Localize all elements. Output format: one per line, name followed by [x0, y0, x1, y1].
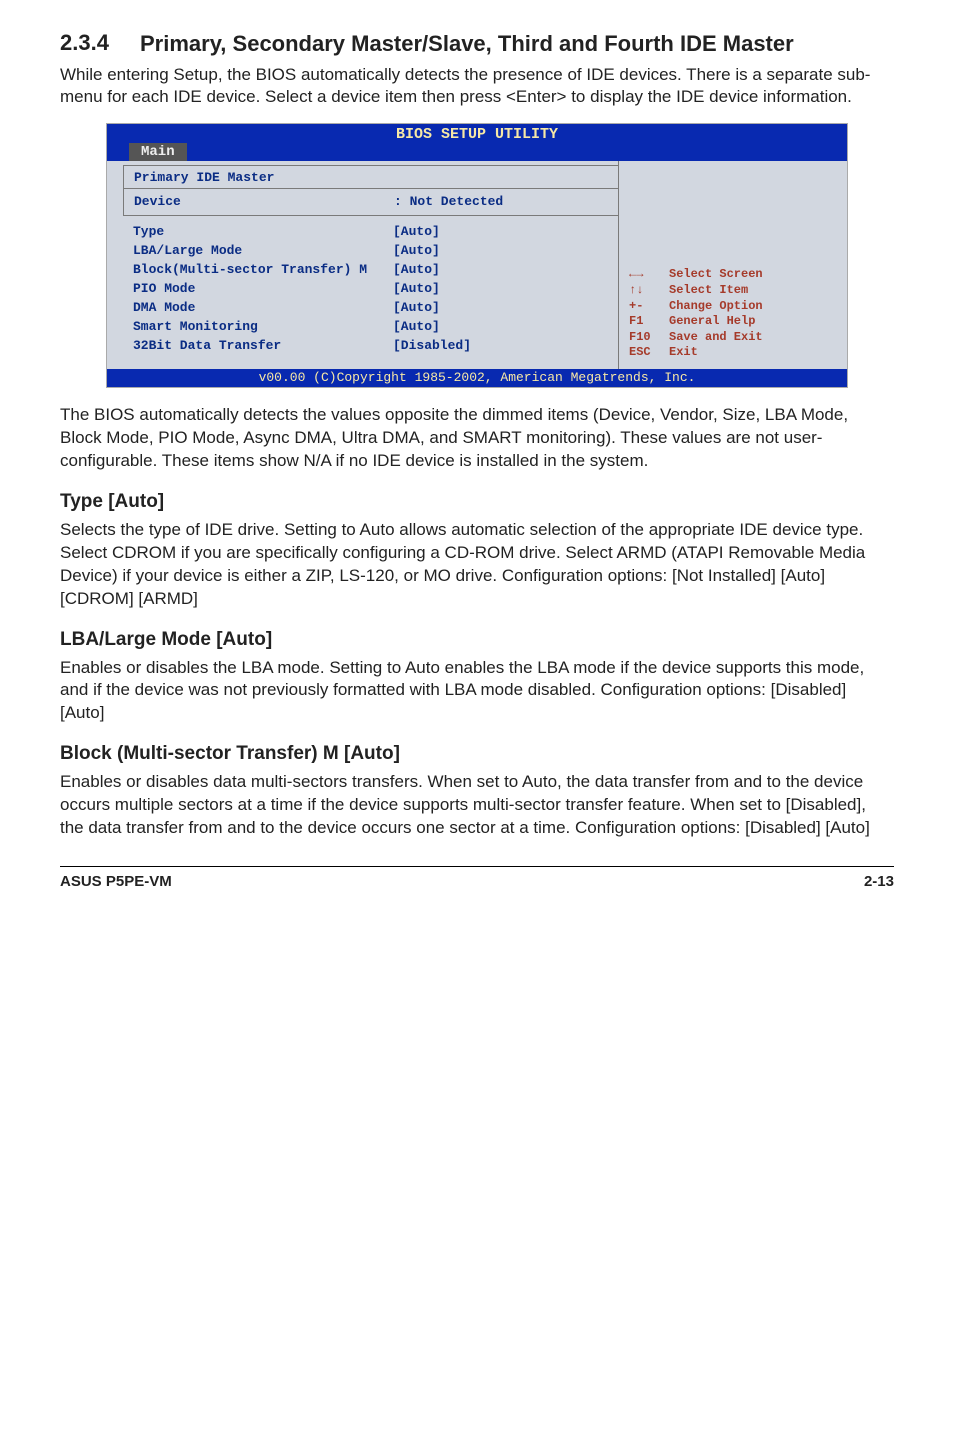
- bios-footer: v00.00 (C)Copyright 1985-2002, American …: [107, 369, 847, 387]
- footer-left: ASUS P5PE-VM: [60, 873, 172, 890]
- bios-panel-title: Primary IDE Master: [134, 170, 608, 185]
- bios-right-panel: ←→ Select Screen ↑↓ Select Item +- Chang…: [619, 161, 847, 369]
- bios-body: Primary IDE Master Device : Not Detected…: [107, 161, 847, 369]
- bios-device-row: Device : Not Detected: [134, 192, 608, 211]
- legend-row: ESC Exit: [629, 345, 839, 361]
- legend-desc: Select Screen: [669, 267, 839, 283]
- legend-row: F10 Save and Exit: [629, 330, 839, 346]
- bios-device-value: : Not Detected: [394, 194, 608, 209]
- bios-device-label: Device: [134, 194, 394, 209]
- bios-value: [Auto]: [393, 224, 618, 239]
- bios-label: Block(Multi-sector Transfer) M: [133, 262, 393, 277]
- bios-value: [Auto]: [393, 243, 618, 258]
- bios-value: [Auto]: [393, 300, 618, 315]
- body-lba: Enables or disables the LBA mode. Settin…: [60, 657, 894, 726]
- bios-tab-main: Main: [129, 143, 187, 161]
- bios-row-block: Block(Multi-sector Transfer) M [Auto]: [133, 260, 618, 279]
- legend-row: +- Change Option: [629, 299, 839, 315]
- bios-value: [Auto]: [393, 281, 618, 296]
- bios-label: LBA/Large Mode: [133, 243, 393, 258]
- legend-key: +-: [629, 299, 669, 315]
- legend-desc: Save and Exit: [669, 330, 839, 346]
- bios-row-pio: PIO Mode [Auto]: [133, 279, 618, 298]
- bios-row-lba: LBA/Large Mode [Auto]: [133, 241, 618, 260]
- legend-key: ↑↓: [629, 283, 669, 299]
- section-title: Primary, Secondary Master/Slave, Third a…: [140, 30, 894, 58]
- legend-key: F10: [629, 330, 669, 346]
- section-number: 2.3.4: [60, 30, 140, 56]
- legend-key: ←→: [629, 267, 669, 283]
- bios-row-dma: DMA Mode [Auto]: [133, 298, 618, 317]
- bios-value: [Disabled]: [393, 338, 618, 353]
- bios-label: DMA Mode: [133, 300, 393, 315]
- divider: [124, 188, 618, 189]
- bios-label: PIO Mode: [133, 281, 393, 296]
- legend-desc: Exit: [669, 345, 839, 361]
- legend-desc: General Help: [669, 314, 839, 330]
- bios-header: BIOS SETUP UTILITY Main: [107, 124, 847, 161]
- legend-row: ↑↓ Select Item: [629, 283, 839, 299]
- bios-value: [Auto]: [393, 262, 618, 277]
- heading-type: Type [Auto]: [60, 491, 894, 513]
- body-block: Enables or disables data multi-sectors t…: [60, 771, 894, 840]
- bios-header-text: BIOS SETUP UTILITY: [396, 126, 558, 143]
- bios-label: Type: [133, 224, 393, 239]
- bios-row-smart: Smart Monitoring [Auto]: [133, 317, 618, 336]
- section-intro: While entering Setup, the BIOS automatic…: [60, 64, 894, 110]
- bios-settings-list: Type [Auto] LBA/Large Mode [Auto] Block(…: [133, 222, 618, 355]
- body-type: Selects the type of IDE drive. Setting t…: [60, 519, 894, 611]
- bios-label: 32Bit Data Transfer: [133, 338, 393, 353]
- footer-right: 2-13: [864, 873, 894, 890]
- bios-row-32bit: 32Bit Data Transfer [Disabled]: [133, 336, 618, 355]
- bios-value: [Auto]: [393, 319, 618, 334]
- heading-block: Block (Multi-sector Transfer) M [Auto]: [60, 743, 894, 765]
- after-bios-paragraph: The BIOS automatically detects the value…: [60, 404, 894, 473]
- legend-desc: Change Option: [669, 299, 839, 315]
- legend-row: ←→ Select Screen: [629, 267, 839, 283]
- bios-row-type: Type [Auto]: [133, 222, 618, 241]
- page-footer: ASUS P5PE-VM 2-13: [60, 866, 894, 890]
- bios-device-box: Primary IDE Master Device : Not Detected: [123, 165, 618, 216]
- heading-lba: LBA/Large Mode [Auto]: [60, 629, 894, 651]
- legend-row: F1 General Help: [629, 314, 839, 330]
- legend-desc: Select Item: [669, 283, 839, 299]
- bios-screenshot: BIOS SETUP UTILITY Main Primary IDE Mast…: [106, 123, 848, 388]
- bios-label: Smart Monitoring: [133, 319, 393, 334]
- bios-left-panel: Primary IDE Master Device : Not Detected…: [107, 161, 619, 369]
- section-heading: 2.3.4 Primary, Secondary Master/Slave, T…: [60, 30, 894, 58]
- legend-spacer: [629, 167, 839, 267]
- legend-key: F1: [629, 314, 669, 330]
- legend-key: ESC: [629, 345, 669, 361]
